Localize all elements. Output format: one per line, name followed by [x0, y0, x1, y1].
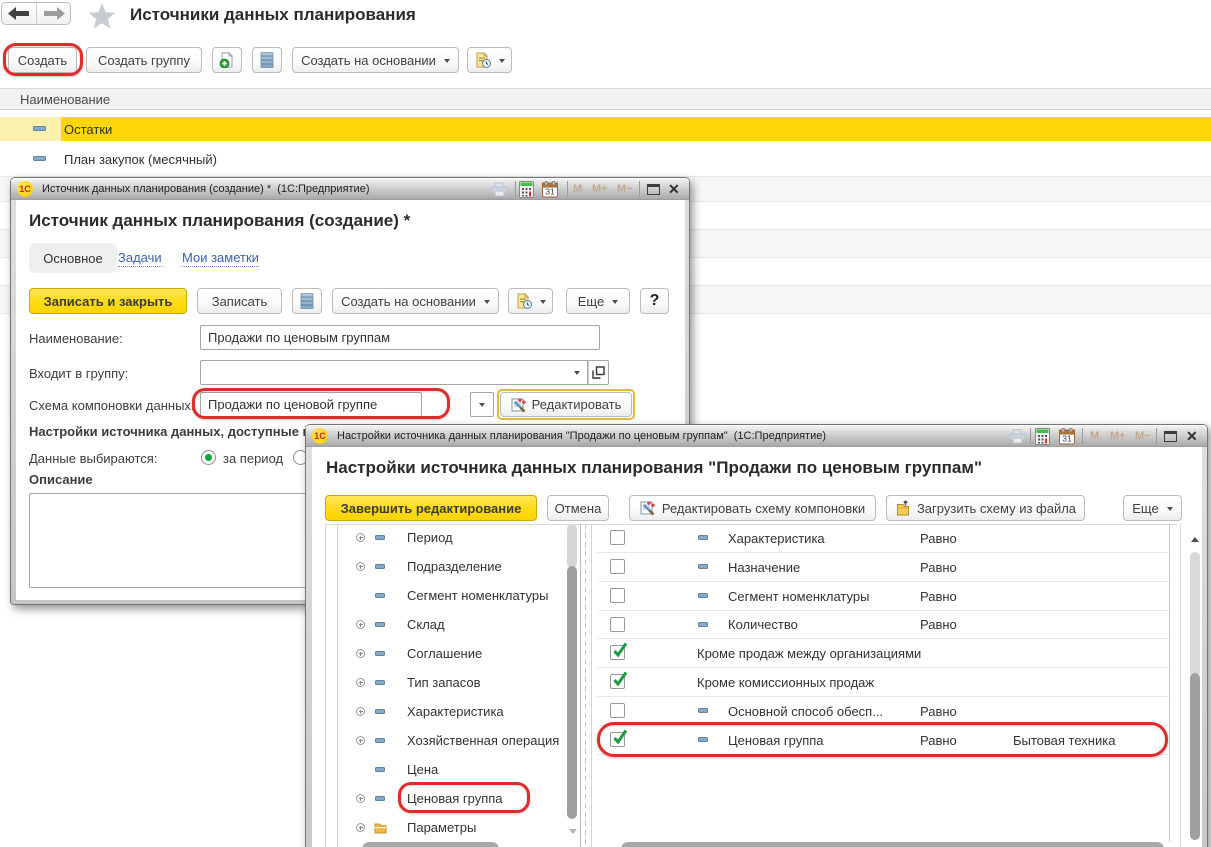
- svg-text:31: 31: [1062, 434, 1072, 444]
- svg-text:31: 31: [545, 187, 555, 197]
